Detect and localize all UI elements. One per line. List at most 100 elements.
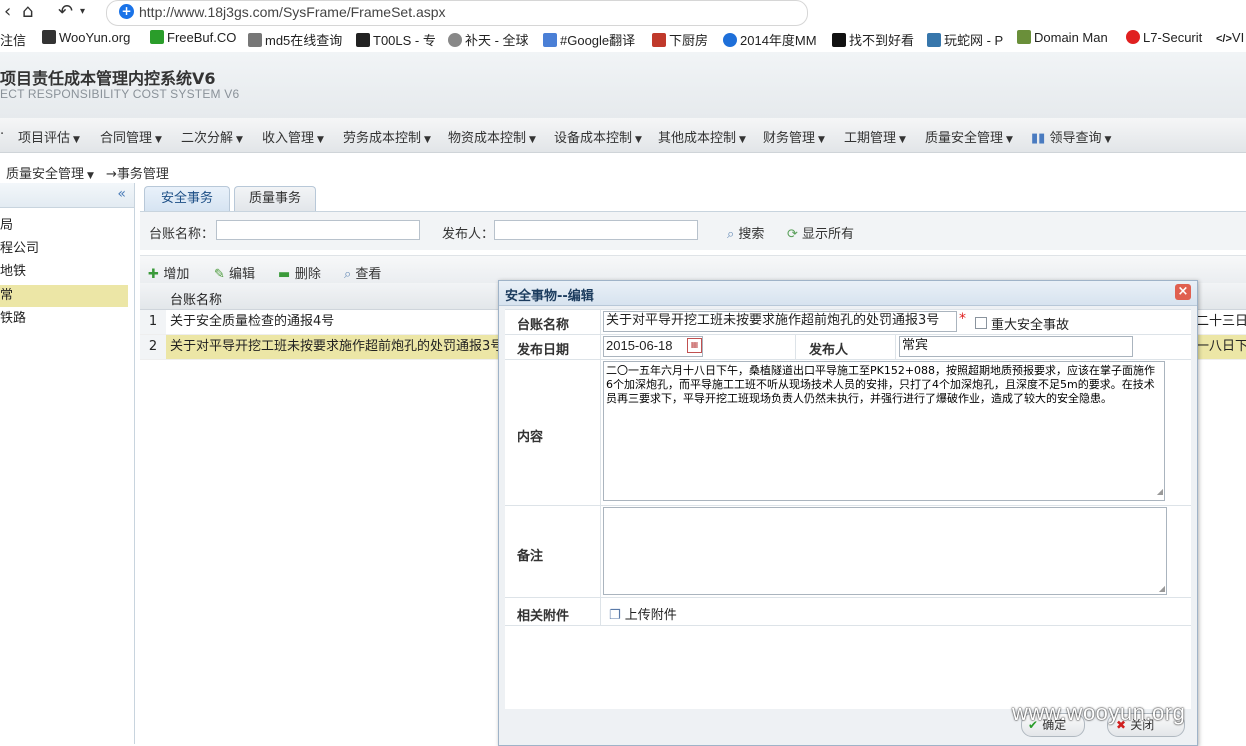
chevron-down-icon: ▼ xyxy=(1006,135,1013,145)
menu-item-material-cost[interactable]: 物资成本控制 ▼ xyxy=(448,127,536,146)
bookmark-item[interactable]: </>VI xyxy=(1216,30,1244,45)
show-all-button[interactable]: ⟳ 显示所有 xyxy=(787,223,854,242)
back-arrow-icon[interactable]: ‹ xyxy=(4,1,11,22)
bookmark-item[interactable]: #Google翻译 xyxy=(543,30,635,49)
upload-attachment-button[interactable]: ❐ 上传附件 xyxy=(609,604,677,623)
menu-item-equipment-cost[interactable]: 设备成本控制 ▼ xyxy=(554,127,642,146)
divider xyxy=(505,309,1191,310)
python-icon xyxy=(927,33,941,47)
bookmark-label: VI xyxy=(1231,30,1245,45)
refresh-icon: ⟳ xyxy=(787,227,803,242)
tab-safety-affairs[interactable]: 安全事务 xyxy=(144,186,230,211)
translate-icon xyxy=(543,33,557,47)
add-button[interactable]: ✚ 增加 xyxy=(148,263,189,282)
resize-handle-icon[interactable]: ◢ xyxy=(1159,584,1165,593)
tree-item[interactable]: 地铁 xyxy=(0,261,26,283)
menu-item-leader-query[interactable]: ▮▮ 领导查询 ▼ xyxy=(1031,127,1111,146)
calendar-icon[interactable]: ▦ xyxy=(687,338,702,353)
tree-item-selected[interactable]: 常 xyxy=(0,285,128,307)
row-number: 1 xyxy=(140,310,166,334)
minus-icon: ▬ xyxy=(278,267,295,282)
publisher-input[interactable]: 常宾 xyxy=(899,336,1133,357)
menu-label: 其他成本控制 xyxy=(658,131,737,146)
bookmark-item[interactable]: 找不到好看 xyxy=(832,30,914,49)
close-icon[interactable]: × xyxy=(1175,284,1191,300)
menu-item-quality-safety[interactable]: 质量安全管理 ▼ xyxy=(925,127,1013,146)
bookmark-label: 玩蛇网 - P xyxy=(944,33,1004,48)
menu-item-income[interactable]: 收入管理 ▼ xyxy=(262,127,324,146)
menu-label: 物资成本控制 xyxy=(448,131,527,146)
publisher-label: 发布人 xyxy=(809,343,849,358)
tree-item[interactable]: 局 xyxy=(0,215,13,237)
bookmark-item[interactable]: md5在线查询 xyxy=(248,30,342,49)
menu-item-project-eval[interactable]: 项目评估 ▼ xyxy=(18,127,80,146)
bookmark-label: T00LS - 专 xyxy=(373,33,436,48)
bookmark-label: 2014年度MM xyxy=(740,33,817,48)
resize-handle-icon[interactable]: ◢ xyxy=(1157,485,1163,499)
chevron-down-icon: ▼ xyxy=(87,171,94,181)
delete-label: 删除 xyxy=(294,267,321,282)
cell-name: 关于安全质量检查的通报4号 xyxy=(170,314,335,329)
home-icon[interactable]: ⌂ xyxy=(22,1,33,22)
cell-name: 关于对平导开挖工班未按要求施作超前炮孔的处罚通报3号 xyxy=(170,339,504,354)
chevron-down-icon: ▼ xyxy=(155,135,162,145)
menu-item-decompose[interactable]: 二次分解 ▼ xyxy=(181,127,243,146)
left-tree-panel: « 局 程公司 地铁 常 铁路 xyxy=(0,183,135,744)
cell-overflow: 一八日下午 xyxy=(1196,339,1246,354)
play-icon xyxy=(723,33,737,47)
menu-label: 财务管理 xyxy=(763,131,816,146)
chevron-down-icon: ▼ xyxy=(73,135,80,145)
menu-item-finance[interactable]: 财务管理 ▼ xyxy=(763,127,825,146)
edit-button[interactable]: ✎ 编辑 xyxy=(214,263,255,282)
address-bar[interactable]: + http://www.18j3gs.com/SysFrame/FrameSe… xyxy=(106,0,808,26)
url-text[interactable]: http://www.18j3gs.com/SysFrame/FrameSet.… xyxy=(139,4,446,20)
remark-textarea[interactable]: ◢ xyxy=(603,507,1167,595)
bookmark-item[interactable]: 补天 - 全球 xyxy=(448,30,529,49)
search-publisher-input[interactable] xyxy=(494,220,698,240)
search-area: 台账名称： 发布人： ⌕ 搜索 ⟳ 显示所有 xyxy=(140,212,1246,250)
bar-chart-icon: ▮▮ xyxy=(1031,131,1050,146)
breadcrumb-module[interactable]: 质量安全管理 ▼ xyxy=(6,163,94,182)
menu-label: 项目评估 xyxy=(18,131,71,146)
bookmark-item[interactable]: 玩蛇网 - P xyxy=(927,30,1003,49)
app-header: 项目责任成本管理内控系统V6 ECT RESPONSIBILITY COST S… xyxy=(0,52,1246,118)
bookmark-label: FreeBuf.CO xyxy=(167,30,237,45)
column-header-name[interactable]: 台账名称 xyxy=(170,289,222,308)
magnifier-icon: ⌕ xyxy=(344,267,356,282)
chevron-down-icon[interactable]: ▾ xyxy=(80,6,85,17)
name-input[interactable]: 关于对平导开挖工班未按要求施作超前炮孔的处罚通报3号 xyxy=(603,311,957,332)
bookmark-item[interactable]: L7-Securit xyxy=(1126,30,1202,45)
delete-button[interactable]: ▬ 删除 xyxy=(278,263,321,282)
major-accident-checkbox[interactable] xyxy=(975,317,987,329)
chevron-down-icon: ▼ xyxy=(635,135,642,145)
menu-item-contract[interactable]: 合同管理 ▼ xyxy=(100,127,162,146)
bookmark-item[interactable]: 注信 xyxy=(0,30,26,49)
bookmark-item[interactable]: WooYun.org xyxy=(42,30,130,45)
collapse-icon[interactable]: « xyxy=(117,186,126,202)
menu-item-other-cost[interactable]: 其他成本控制 ▼ xyxy=(658,127,746,146)
bookmark-item[interactable]: T00LS - 专 xyxy=(356,30,436,49)
search-button[interactable]: ⌕ 搜索 xyxy=(727,223,764,242)
bookmark-item[interactable]: FreeBuf.CO xyxy=(150,30,236,45)
search-name-input[interactable] xyxy=(216,220,420,240)
bookmark-item[interactable]: Domain Man xyxy=(1017,30,1108,45)
chevron-down-icon: ▼ xyxy=(818,135,825,145)
tree-item[interactable]: 程公司 xyxy=(0,238,39,260)
menu-item-schedule[interactable]: 工期管理 ▼ xyxy=(844,127,906,146)
tree-item[interactable]: 铁路 xyxy=(0,308,26,330)
content-textarea[interactable]: 二〇一五年六月十八日下午，桑植隧道出口平导施工至PK152+088，按照超期地质… xyxy=(603,361,1165,501)
bookmark-item[interactable]: 下厨房 xyxy=(652,30,708,49)
view-label: 查看 xyxy=(355,267,382,282)
content-label: 内容 xyxy=(517,430,544,445)
main-menu: · 项目评估 ▼ 合同管理 ▼ 二次分解 ▼ 收入管理 ▼ 劳务成本控制 ▼ 物资成本控制… xyxy=(0,118,1246,153)
view-button[interactable]: ⌕ 查看 xyxy=(344,263,381,282)
undo-icon[interactable]: ↶ xyxy=(58,1,73,22)
divider xyxy=(505,334,1191,335)
l7-icon xyxy=(1126,30,1140,44)
bookmark-item[interactable]: 2014年度MM xyxy=(723,30,817,49)
add-label: 增加 xyxy=(163,267,190,282)
tools-icon xyxy=(356,33,370,47)
menu-item-labor-cost[interactable]: 劳务成本控制 ▼ xyxy=(343,127,431,146)
tab-quality-affairs[interactable]: 质量事务 xyxy=(234,186,316,211)
wooyun-icon xyxy=(42,30,56,44)
